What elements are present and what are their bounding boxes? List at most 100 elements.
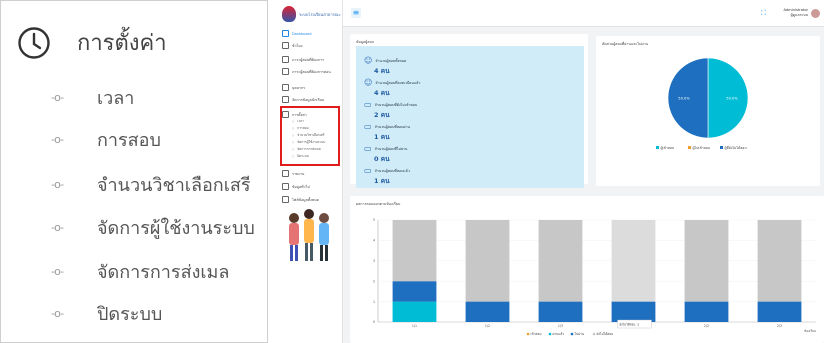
legend-swatch [656, 146, 659, 149]
bar-segment [757, 301, 802, 322]
tooltip-text: ยังไม่ได้สอบ: 3 [619, 322, 639, 326]
sidebar-item-teaching-wish[interactable]: ภาระผู้สอนที่ต้องการสอน [282, 68, 340, 75]
bullet-icon: -o- [51, 265, 64, 278]
bar-segment [465, 301, 510, 322]
x-tick-label: 1/3 [558, 324, 563, 328]
sidebar-item-hours[interactable]: ชั่วโมง [282, 42, 340, 49]
folder-icon [282, 196, 289, 203]
pie-slice-label: 50.0% [726, 97, 738, 101]
sidebar-label: บุคลากร [292, 85, 306, 90]
highlight-box [280, 106, 340, 166]
monitor-icon: ▭ [364, 122, 372, 131]
settings-title: การตั้งค่า [77, 31, 167, 56]
sidebar-item-students[interactable]: จัดการข้อมูลนักเรียน [282, 96, 340, 103]
x-tick-label: 1/2 [485, 324, 490, 328]
sidebar-label: ภาระผู้สอนที่ต้องการ [292, 57, 324, 62]
bar-segment [611, 220, 656, 302]
sidebar-label: Dashboard [292, 31, 312, 36]
sidebar-label: ไฟล์ข้อมูลทั้งหมด [292, 197, 319, 202]
bullet-icon: -o- [51, 133, 64, 146]
sidebar-label: จัดการข้อมูลนักเรียน [292, 97, 325, 102]
user-icon [282, 68, 289, 75]
sidebar-item-reports[interactable]: รายงาน [282, 170, 340, 177]
sidebar-label: ชั่วโมง [292, 43, 303, 48]
legend-label: ผู้เข้าสอบ [660, 146, 674, 150]
zoom-item-users[interactable]: -o- จัดการผู้ใช้งานระบบ [51, 213, 255, 242]
y-tick-label: 5 [373, 218, 375, 222]
zoom-item-label: จัดการผู้ใช้งานระบบ [97, 218, 255, 239]
bar-segment [538, 301, 583, 322]
bullet-icon: -o- [51, 307, 64, 320]
logo-line: ระบบโรงเรียนสาธารณะ [299, 11, 341, 17]
bar-segment [684, 301, 729, 322]
bar-chart: 0123451/11/21/32/12/22/3เข้าสอบผ่านแล้วไ… [373, 218, 816, 336]
user-info: Administrator ผู้ดูแลระบบ [784, 8, 809, 18]
zoom-item-time[interactable]: -o- เวลา [51, 83, 134, 112]
user-menu[interactable]: Administrator ผู้ดูแลระบบ [784, 8, 820, 18]
sidebar-item-files[interactable]: ไฟล์ข้อมูลทั้งหมด [282, 196, 340, 203]
zoom-item-label: จำนวนวิชาเลือกเสรี [97, 175, 251, 196]
monitor-icon: ▭ [364, 166, 372, 175]
settings-header[interactable]: การตั้งค่า [17, 25, 167, 60]
legend-label: ไม่ผ่าน [574, 332, 585, 336]
stat-value: 4 คน [374, 67, 390, 75]
zoom-item-electives[interactable]: -o- จำนวนวิชาเลือกเสรี [51, 170, 251, 199]
bar-card: ผลการสอบแยกตามห้องเรียน 0 1 2 3 4 5 1/1 1/2 1/3 2… [350, 196, 824, 343]
user-icon [282, 56, 289, 63]
zoom-item-shutdown[interactable]: -o- ปิดระบบ [51, 299, 162, 328]
y-tick-label: 1 [373, 300, 375, 304]
app-screenshot: ระบบโรงเรียนสาธารณะ Dashboard ชั่วโมง ภา… [276, 0, 824, 343]
legend-swatch [592, 332, 596, 336]
stat-label: จำนวนผู้สอบที่สอบแล้ว [374, 168, 410, 173]
bar-segment [538, 220, 583, 302]
bar-segment [392, 301, 437, 322]
students-icon [282, 96, 289, 103]
home-icon [282, 30, 289, 37]
sidebar: ระบบโรงเรียนสาธารณะ Dashboard ชั่วโมง ภา… [276, 0, 343, 343]
bar-segment [684, 220, 729, 302]
zoom-item-label: ปิดระบบ [97, 304, 163, 325]
bullet-icon: -o- [51, 221, 64, 234]
bullet-icon: -o- [51, 178, 64, 191]
users-icon: ☺ [364, 56, 373, 65]
users-icon [282, 84, 289, 91]
stat-label: จำนวนผู้สอบที่ไม่ผ่าน [374, 146, 408, 151]
zoom-item-label: การสอบ [97, 130, 161, 151]
sidebar-item-staff[interactable]: บุคลากร [282, 84, 340, 91]
sidebar-label: ภาระผู้สอนที่ต้องการสอน [292, 69, 331, 74]
bar-segment [611, 301, 656, 322]
legend-swatch [548, 332, 552, 336]
pie-slice-label: 50.0% [678, 97, 690, 101]
stat-value: 4 คน [374, 89, 390, 97]
legend-swatch [720, 146, 723, 149]
sidebar-item-teaching-load[interactable]: ภาระผู้สอนที่ต้องการ [282, 56, 340, 63]
x-tick-label: 2/3 [777, 324, 782, 328]
legend-swatch [688, 146, 691, 149]
pie-chart: 50.0% 50.0% ผู้เข้าสอบ ผู้ไม่เข้าสอบ ผู้ที่ย… [656, 57, 749, 150]
stat-value: 2 คน [374, 111, 390, 119]
stat-total: ☺ จำนวนผู้สอบทั้งหมด 4 คน [364, 56, 406, 76]
sidebar-item-dashboard[interactable]: Dashboard [282, 30, 340, 37]
avatar [811, 8, 820, 18]
zoom-item-exam[interactable]: -o- การสอบ [51, 125, 161, 154]
legend-label: ผู้ที่ยังไม่ได้สอบ [724, 145, 746, 150]
menu-toggle-icon[interactable]: ≡ [351, 8, 361, 18]
students-illustration [289, 209, 329, 261]
stat-label: จำนวนผู้สอบที่สอบผ่าน [374, 124, 410, 129]
fullscreen-icon[interactable]: ⛶ [761, 9, 766, 18]
stat-label: จำนวนผู้สอบที่ลงทะเบียนแล้ว [375, 80, 421, 85]
bar-segment [392, 220, 437, 282]
monitor-icon: ▭ [364, 144, 372, 153]
bullet-icon: -o- [51, 91, 64, 104]
user-check-icon: ☺ [364, 78, 373, 87]
stat-value: 1 คน [374, 133, 390, 141]
stat-value: 0 คน [374, 155, 390, 163]
pie-card: สัดส่วนผู้สอบที่ผ่านและไม่ผ่าน 50.0% 50.0… [596, 36, 820, 186]
zoom-item-mail[interactable]: -o- จัดการการส่งเมล [51, 257, 229, 286]
sidebar-item-general[interactable]: ข้อมูลทั่วไป [282, 183, 340, 190]
bar-segment [757, 220, 802, 302]
stats-panel: ☺ จำนวนผู้สอบทั้งหมด 4 คน ☺ จำนวนผู้สอบที่ล… [356, 46, 584, 188]
y-tick-label: 2 [373, 279, 375, 283]
bar-segment [392, 281, 437, 302]
logo[interactable]: ระบบโรงเรียนสาธารณะ [282, 6, 341, 22]
